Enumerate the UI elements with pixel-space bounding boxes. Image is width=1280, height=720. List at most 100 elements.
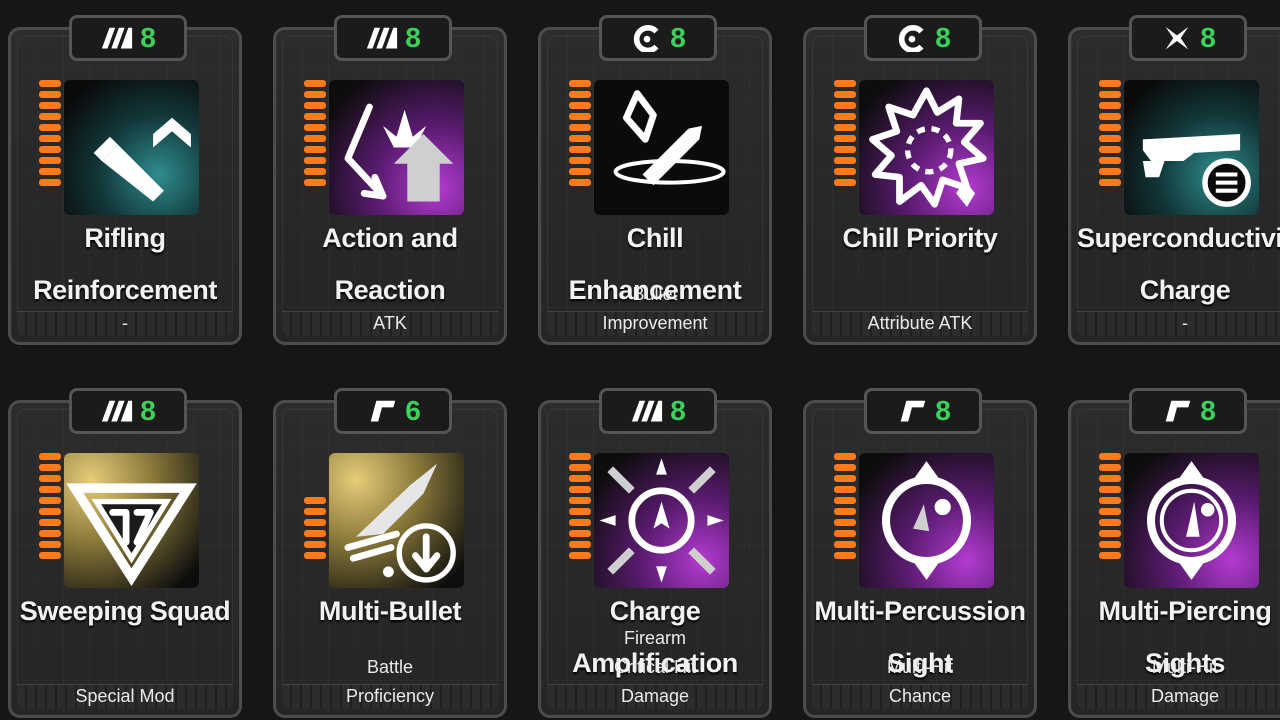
level-pip xyxy=(834,464,856,471)
mod-rank-tab: 6 xyxy=(334,388,452,434)
level-pip xyxy=(834,486,856,493)
level-pip xyxy=(834,146,856,153)
level-pip xyxy=(569,157,591,164)
level-pip xyxy=(39,157,61,164)
level-pip xyxy=(1099,497,1121,504)
mod-card[interactable]: 8 Action and Reaction ATK xyxy=(273,15,507,345)
mod-card[interactable]: 8 Charge Amplification Firearm Critical Hit D… xyxy=(538,388,772,718)
level-pip xyxy=(569,475,591,482)
mod-name: Sweeping Squad xyxy=(17,585,233,637)
level-pip xyxy=(1099,80,1121,87)
level-pip xyxy=(39,530,61,537)
level-pip xyxy=(304,124,326,131)
level-pip xyxy=(834,91,856,98)
mod-rank-tab: 8 xyxy=(864,388,982,434)
stripes-rank-icon xyxy=(100,397,134,425)
c-rank-icon xyxy=(630,24,664,54)
level-pip xyxy=(39,135,61,142)
level-pip xyxy=(304,552,326,559)
mod-category-line: Critical Hit xyxy=(613,657,696,677)
mod-rank-tab: 8 xyxy=(599,15,717,61)
level-pip xyxy=(39,508,61,515)
level-pip xyxy=(304,146,326,153)
mod-card[interactable]: 6 Multi-Bullet Battle Proficiency xyxy=(273,388,507,718)
level-pip xyxy=(1099,102,1121,109)
mod-card[interactable]: 8 Multi-Percussion Sight Multi-Hit Chance xyxy=(803,388,1037,718)
level-pip xyxy=(569,530,591,537)
r-rank-icon xyxy=(1160,397,1194,425)
mod-cost-value: 6 xyxy=(405,395,421,426)
mod-card[interactable]: 8 Sweeping Squad Special Mod xyxy=(8,388,242,718)
level-pip xyxy=(304,519,326,526)
gun-charge-icon xyxy=(1124,80,1259,215)
level-pip xyxy=(39,113,61,120)
mod-rank-tab: 8 xyxy=(69,15,187,61)
level-pip xyxy=(569,508,591,515)
level-pip xyxy=(304,541,326,548)
level-pip xyxy=(834,475,856,482)
mod-category-line: Chance xyxy=(888,686,952,706)
bullet-upgrade-icon xyxy=(64,80,199,215)
level-pip xyxy=(569,541,591,548)
mod-name-line: Action and xyxy=(322,223,458,253)
chill-priority-icon xyxy=(859,80,994,215)
mod-cost-value: 8 xyxy=(405,22,421,53)
level-pip xyxy=(1099,135,1121,142)
mod-name-line: Rifling xyxy=(84,223,166,253)
level-pip xyxy=(569,179,591,186)
stripes-rank-icon xyxy=(100,24,134,52)
mod-name: Chill Priority xyxy=(812,212,1028,264)
level-pip xyxy=(39,91,61,98)
level-pip xyxy=(39,486,61,493)
mod-category-line: - xyxy=(1182,313,1188,333)
mod-level-pips xyxy=(1099,80,1121,190)
level-pip xyxy=(1099,519,1121,526)
mod-card[interactable]: 8 Chill Enhancement Bullet Improvement xyxy=(538,15,772,345)
level-pip xyxy=(569,102,591,109)
level-pip xyxy=(304,113,326,120)
mod-card[interactable]: 8 SuperconductivityCharge- xyxy=(1068,15,1280,345)
level-pip xyxy=(1099,157,1121,164)
level-pip xyxy=(1099,113,1121,120)
level-pip xyxy=(569,91,591,98)
mod-card[interactable]: 8 Rifling Reinforcement - xyxy=(8,15,242,345)
x-rank-icon xyxy=(1160,24,1194,52)
mod-name-line: Multi-Percussion xyxy=(814,596,1026,626)
mod-category-line: - xyxy=(122,313,128,333)
mod-rank-tab: 8 xyxy=(599,388,717,434)
mod-category-line: Firearm xyxy=(624,628,686,648)
mod-rank-tab: 8 xyxy=(69,388,187,434)
level-pip xyxy=(39,464,61,471)
mod-category-line: Bullet xyxy=(632,284,678,304)
mod-cost-value: 8 xyxy=(935,22,951,53)
level-pip xyxy=(834,102,856,109)
level-pip xyxy=(1099,508,1121,515)
action-reaction-icon xyxy=(329,80,464,215)
stripes-rank-icon xyxy=(365,24,399,52)
mod-cost-value: 8 xyxy=(140,395,156,426)
mod-rank-tab: 8 xyxy=(864,15,982,61)
mod-level-pips xyxy=(304,80,326,190)
mod-name-line: Chill xyxy=(626,223,684,253)
mod-cost-value: 8 xyxy=(670,22,686,53)
mod-card[interactable]: 8 Chill Priority Attribute ATK xyxy=(803,15,1037,345)
mod-name: Multi-Bullet xyxy=(282,585,498,637)
mod-category-line: Proficiency xyxy=(345,686,435,706)
level-pip xyxy=(304,135,326,142)
mod-level-pips xyxy=(569,453,591,563)
level-pip xyxy=(304,179,326,186)
charge-amplification-icon xyxy=(594,453,729,588)
level-pip xyxy=(304,102,326,109)
mod-name-line: Superconductivity xyxy=(1077,223,1280,253)
level-pip xyxy=(1099,168,1121,175)
mod-card[interactable]: 8 Multi-Piercing Sights Multi-Hit Damage xyxy=(1068,388,1280,718)
level-pip xyxy=(39,168,61,175)
mod-category-line: Multi-Hit xyxy=(887,657,953,677)
level-pip xyxy=(304,508,326,515)
level-pip xyxy=(569,80,591,87)
level-pip xyxy=(304,497,326,504)
mod-category-line: Attribute ATK xyxy=(867,313,973,333)
level-pip xyxy=(1099,486,1121,493)
level-pip xyxy=(39,80,61,87)
level-pip xyxy=(304,80,326,87)
